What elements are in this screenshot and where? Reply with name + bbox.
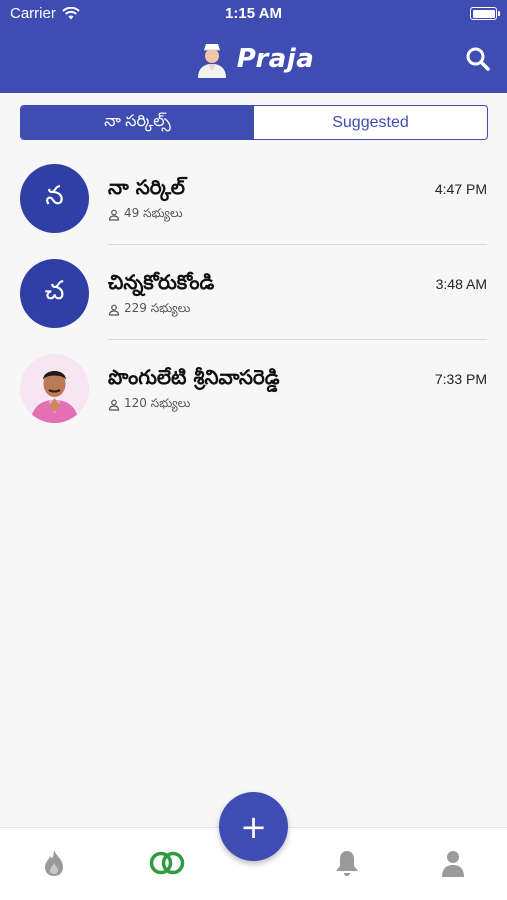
list-item[interactable]: న నా సర్కిల్ 49 సభ్యులు 4:47 PM (0, 150, 507, 245)
avatar (20, 354, 89, 423)
add-circle-button[interactable]: + (219, 792, 288, 861)
member-count: 49 సభ్యులు (108, 206, 183, 223)
member-count: 229 సభ్యులు (108, 301, 190, 318)
battery-icon (470, 7, 500, 20)
list-item[interactable]: చ చిన్నకోరుకోండి 229 సభ్యులు 3:48 AM (0, 245, 507, 340)
app-title: Praja (236, 44, 315, 74)
leader-avatar-logo (197, 44, 226, 78)
tab-suggested[interactable]: Suggested (254, 106, 487, 139)
person-icon (108, 304, 120, 316)
person-icon (108, 399, 120, 411)
circle-title: పొంగులేటి శ్రీనివాసరెడ్డి (108, 365, 280, 389)
list-item[interactable]: పొంగులేటి శ్రీనివాసరెడ్డి 120 సభ్యులు 7:… (0, 340, 507, 435)
last-activity-time: 4:47 PM (434, 181, 487, 197)
last-activity-time: 3:48 AM (435, 276, 487, 292)
profile-tab[interactable] (438, 848, 468, 878)
circle-list: న నా సర్కిల్ 49 సభ్యులు 4:47 PM చ చిన్నక… (0, 150, 507, 435)
circle-title: నా సర్కిల్ (108, 175, 185, 199)
brand: Praja (0, 40, 507, 78)
notifications-tab[interactable] (332, 848, 362, 878)
avatar: చ (20, 259, 89, 328)
status-bar: Carrier 1:15 AM (0, 0, 507, 28)
notifications-bell-icon (336, 851, 358, 876)
circles-rings-icon (149, 851, 185, 875)
profile-person-icon (442, 851, 464, 877)
member-count-label: 49 సభ్యులు (124, 206, 183, 220)
member-count-label: 229 సభ్యులు (124, 301, 191, 315)
app-header: Carrier 1:15 AM Praja (0, 0, 507, 93)
avatar: న (20, 164, 89, 233)
clock: 1:15 AM (225, 5, 282, 22)
person-icon (108, 209, 120, 221)
member-count-label: 120 సభ్యులు (124, 396, 191, 410)
member-count: 120 సభ్యులు (108, 396, 190, 413)
search-button[interactable] (465, 46, 491, 72)
trending-tab[interactable] (39, 848, 69, 878)
circle-title: చిన్నకోరుకోండి (108, 270, 215, 294)
profile-photo (20, 354, 89, 423)
trending-flame-icon (45, 850, 63, 876)
circle-tabs: నా సర్కిల్స్ Suggested (20, 105, 488, 140)
search-icon (466, 47, 490, 71)
tab-my-circles[interactable]: నా సర్కిల్స్ (21, 106, 254, 139)
circles-tab[interactable] (148, 848, 186, 878)
last-activity-time: 7:33 PM (434, 371, 487, 387)
